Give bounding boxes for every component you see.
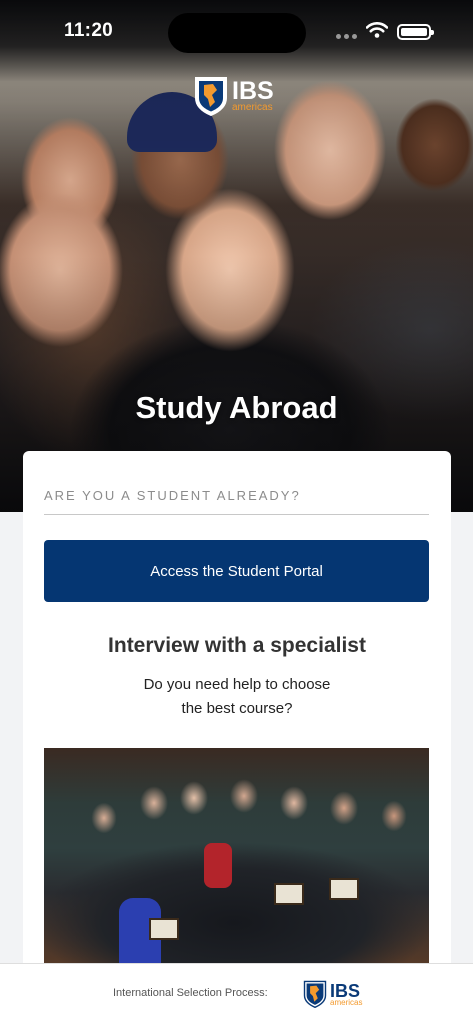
interview-title: Interview with a specialist — [108, 634, 366, 657]
dynamic-island — [168, 13, 306, 53]
student-portal-button[interactable]: Access the Student Portal — [44, 540, 429, 602]
page-title: Study Abroad — [135, 390, 338, 425]
wifi-icon — [366, 22, 388, 38]
logo-sub: americas — [232, 102, 273, 113]
main-card: Access the Student Portal Interview with… — [23, 451, 451, 971]
interview-subtitle-line1: Do you need help to choose — [143, 676, 331, 693]
logo-brand: IBS — [330, 980, 361, 1001]
footer-bar: International Selection Process: IBS ame… — [0, 963, 473, 1024]
student-status-input[interactable] — [44, 473, 429, 515]
signal-dots-icon — [336, 34, 357, 39]
shield-logo-icon — [195, 77, 227, 116]
footer-label: International Selection Process: — [113, 987, 268, 999]
logo-brand: IBS — [232, 77, 274, 105]
battery-icon — [397, 24, 434, 40]
status-time: 11:20 — [64, 20, 114, 41]
certificate-detail — [149, 918, 179, 940]
certificate-detail — [329, 878, 359, 900]
status-bar: 11:20 — [0, 0, 473, 60]
shield-logo-icon — [303, 980, 327, 1008]
group-photo — [44, 748, 429, 971]
certificate-detail — [274, 883, 304, 905]
group-photo-detail — [204, 843, 232, 888]
ibs-footer-logo[interactable]: IBS americas — [303, 980, 362, 1008]
interview-subtitle: Do you need help to choose the best cour… — [23, 673, 451, 721]
ibs-logo: IBS americas — [194, 76, 274, 116]
interview-subtitle-line2: the best course? — [181, 700, 293, 717]
logo-sub: americas — [330, 997, 363, 1007]
